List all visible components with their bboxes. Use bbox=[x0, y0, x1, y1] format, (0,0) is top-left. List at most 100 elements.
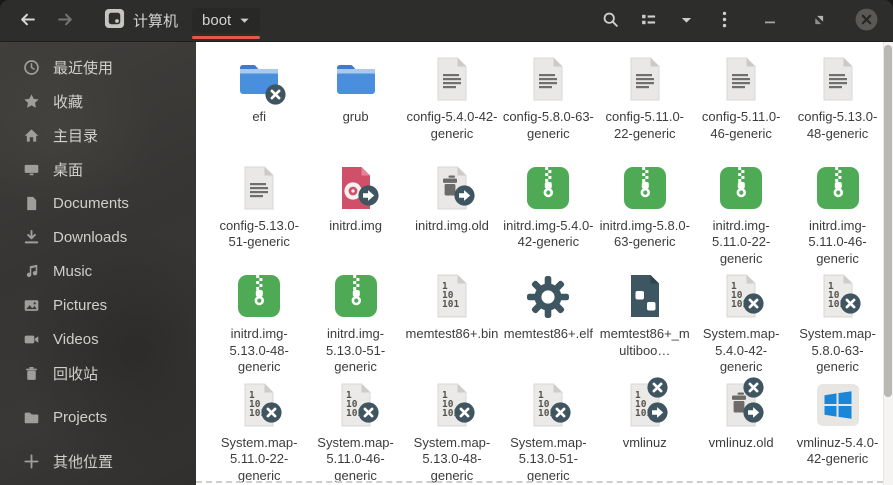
file-item[interactable]: config-5.13.0-51-generic bbox=[211, 164, 307, 273]
sidebar-item-label: Pictures bbox=[53, 296, 108, 314]
file-manager-window: 计算机 boot 最近使用 收藏 主目录 桌面 Documents Downlo… bbox=[0, 0, 893, 485]
file-item[interactable]: 1 10 101 System.map-5.11.0-22-generic bbox=[211, 381, 307, 485]
zip-file-icon bbox=[332, 272, 380, 320]
file-item[interactable]: 1 10 101 System.map-5.13.0-51-generic bbox=[500, 381, 596, 485]
sidebar-item-home[interactable]: 主目录 bbox=[0, 118, 196, 152]
sidebar-item-other-locations[interactable]: 其他位置 bbox=[0, 444, 196, 478]
scrollbar[interactable] bbox=[883, 42, 893, 485]
view-options-button[interactable] bbox=[669, 5, 703, 37]
list-view-toggle-button[interactable] bbox=[631, 5, 665, 37]
file-item[interactable]: initrd.img-5.11.0-46-generic bbox=[789, 164, 885, 273]
zip-file-icon bbox=[524, 164, 572, 212]
file-label: System.map-5.11.0-46-generic bbox=[317, 434, 394, 483]
file-item[interactable]: 1 10 101 memtest86+.bin bbox=[404, 272, 500, 381]
forward-arrow-icon bbox=[57, 11, 74, 31]
sidebar-item-music[interactable]: Music bbox=[0, 254, 196, 288]
search-icon bbox=[602, 11, 619, 31]
sidebar-item-starred[interactable]: 收藏 bbox=[0, 84, 196, 118]
symlink-emblem-icon bbox=[743, 401, 764, 423]
text-file-icon bbox=[428, 55, 476, 103]
file-item[interactable]: memtest86+_multiboo… bbox=[597, 272, 693, 381]
file-label: vmlinuz.old bbox=[708, 434, 774, 450]
file-label: vmlinuz-5.4.0-42-generic bbox=[796, 434, 879, 467]
file-item[interactable]: 1 10 101 System.map-5.8.0-63-generic bbox=[789, 272, 885, 381]
file-item[interactable]: initrd.img-5.4.0-42-generic bbox=[500, 164, 596, 273]
minimize-button[interactable] bbox=[753, 5, 787, 37]
file-label: memtest86+_multiboo… bbox=[599, 326, 690, 358]
back-button[interactable] bbox=[10, 5, 44, 37]
window-controls bbox=[753, 5, 883, 37]
sidebar-item-recent[interactable]: 最近使用 bbox=[0, 50, 196, 84]
text-file-icon bbox=[235, 164, 283, 212]
file-item[interactable]: initrd.img bbox=[307, 164, 403, 273]
zip-file-icon bbox=[814, 164, 862, 212]
file-item[interactable]: efi bbox=[211, 55, 307, 164]
folder-file-icon bbox=[332, 55, 380, 103]
file-label: vmlinuz bbox=[622, 434, 667, 450]
binary-file-icon: 1 10 101 bbox=[717, 272, 765, 320]
sidebar-item-label: Downloads bbox=[53, 228, 128, 246]
file-item[interactable]: 1 10 101 System.map-5.13.0-48-generic bbox=[404, 381, 500, 485]
sidebar-item-label: Projects bbox=[53, 408, 108, 426]
text-file-icon bbox=[621, 55, 669, 103]
sidebar-item-label: 收藏 bbox=[53, 93, 84, 111]
zip-file-icon bbox=[717, 164, 765, 212]
sidebar-item-label: 主目录 bbox=[53, 127, 99, 145]
file-item[interactable]: config-5.4.0-42-generic bbox=[404, 55, 500, 164]
close-button[interactable] bbox=[849, 5, 883, 37]
location-boot-button[interactable]: boot bbox=[192, 8, 261, 39]
music-icon bbox=[23, 263, 40, 280]
no-access-emblem-icon bbox=[743, 293, 764, 314]
text-file-icon bbox=[524, 55, 572, 103]
sidebar-item-label: 其他位置 bbox=[53, 453, 114, 471]
file-label: System.map-5.11.0-22-generic bbox=[220, 434, 298, 483]
file-item[interactable]: initrd.img-5.13.0-48-generic bbox=[211, 272, 307, 381]
file-label: config-5.4.0-42-generic bbox=[406, 109, 498, 141]
desktop-icon bbox=[23, 161, 40, 178]
file-item[interactable]: config-5.8.0-63-generic bbox=[500, 55, 596, 164]
file-item[interactable]: config-5.11.0-46-generic bbox=[693, 55, 789, 164]
sidebar-item-downloads[interactable]: Downloads bbox=[0, 220, 196, 254]
file-item[interactable]: initrd.img-5.13.0-51-generic bbox=[307, 272, 403, 381]
file-item[interactable]: initrd.img.old bbox=[404, 164, 500, 273]
sidebar-item-projects[interactable]: Projects bbox=[0, 400, 196, 434]
file-item[interactable]: 1 10 101 System.map-5.4.0-42-generic bbox=[693, 272, 789, 381]
no-access-emblem-icon bbox=[550, 401, 571, 423]
oldpkg-file-icon bbox=[717, 376, 765, 429]
scrollbar-thumb[interactable] bbox=[884, 45, 892, 397]
sidebar-item-videos[interactable]: Videos bbox=[0, 322, 196, 356]
no-access-emblem-icon bbox=[357, 401, 379, 423]
sidebar-item-desktop[interactable]: 桌面 bbox=[0, 152, 196, 186]
sidebar-item-documents[interactable]: Documents bbox=[0, 186, 196, 220]
no-access-emblem-icon bbox=[839, 293, 861, 314]
forward-button[interactable] bbox=[48, 5, 82, 37]
image-icon bbox=[23, 297, 40, 314]
gear-file-icon bbox=[524, 272, 572, 320]
file-item[interactable]: vmlinuz-5.4.0-42-generic bbox=[789, 381, 885, 485]
location-computer-button[interactable]: 计算机 bbox=[96, 4, 186, 37]
minimize-icon bbox=[764, 13, 776, 28]
binary-file-icon: 1 10 101 bbox=[621, 376, 669, 429]
file-item[interactable]: memtest86+.elf bbox=[500, 272, 596, 381]
file-item[interactable]: 1 10 101 System.map-5.11.0-46-generic bbox=[307, 381, 403, 485]
file-label: System.map-5.4.0-42-generic bbox=[702, 326, 780, 374]
file-item[interactable]: initrd.img-5.11.0-22-generic bbox=[693, 164, 789, 273]
lib-file-icon bbox=[621, 272, 669, 320]
window-body: 最近使用收藏主目录桌面 Documents Downloads Music Pictur… bbox=[0, 42, 893, 485]
search-button[interactable] bbox=[593, 5, 627, 37]
menu-button[interactable] bbox=[707, 5, 741, 37]
file-item[interactable]: config-5.13.0-48-generic bbox=[789, 55, 885, 164]
file-label: initrd.img-5.4.0-42-generic bbox=[503, 217, 594, 250]
file-item[interactable]: initrd.img-5.8.0-63-generic bbox=[597, 164, 693, 273]
file-item[interactable]: 1 10 101 vmlinuz bbox=[597, 376, 693, 485]
file-item[interactable]: grub bbox=[307, 55, 403, 164]
star-icon bbox=[23, 93, 40, 110]
maximize-button[interactable] bbox=[801, 5, 835, 37]
no-access-emblem-icon bbox=[743, 376, 764, 398]
no-access-emblem-icon bbox=[261, 401, 282, 423]
sidebar-item-pictures[interactable]: Pictures bbox=[0, 288, 196, 322]
no-access-emblem-icon bbox=[454, 401, 475, 423]
file-item[interactable]: config-5.11.0-22-generic bbox=[597, 55, 693, 164]
sidebar-item-trash[interactable]: 回收站 bbox=[0, 356, 196, 390]
file-item[interactable]: vmlinuz.old bbox=[693, 376, 789, 485]
